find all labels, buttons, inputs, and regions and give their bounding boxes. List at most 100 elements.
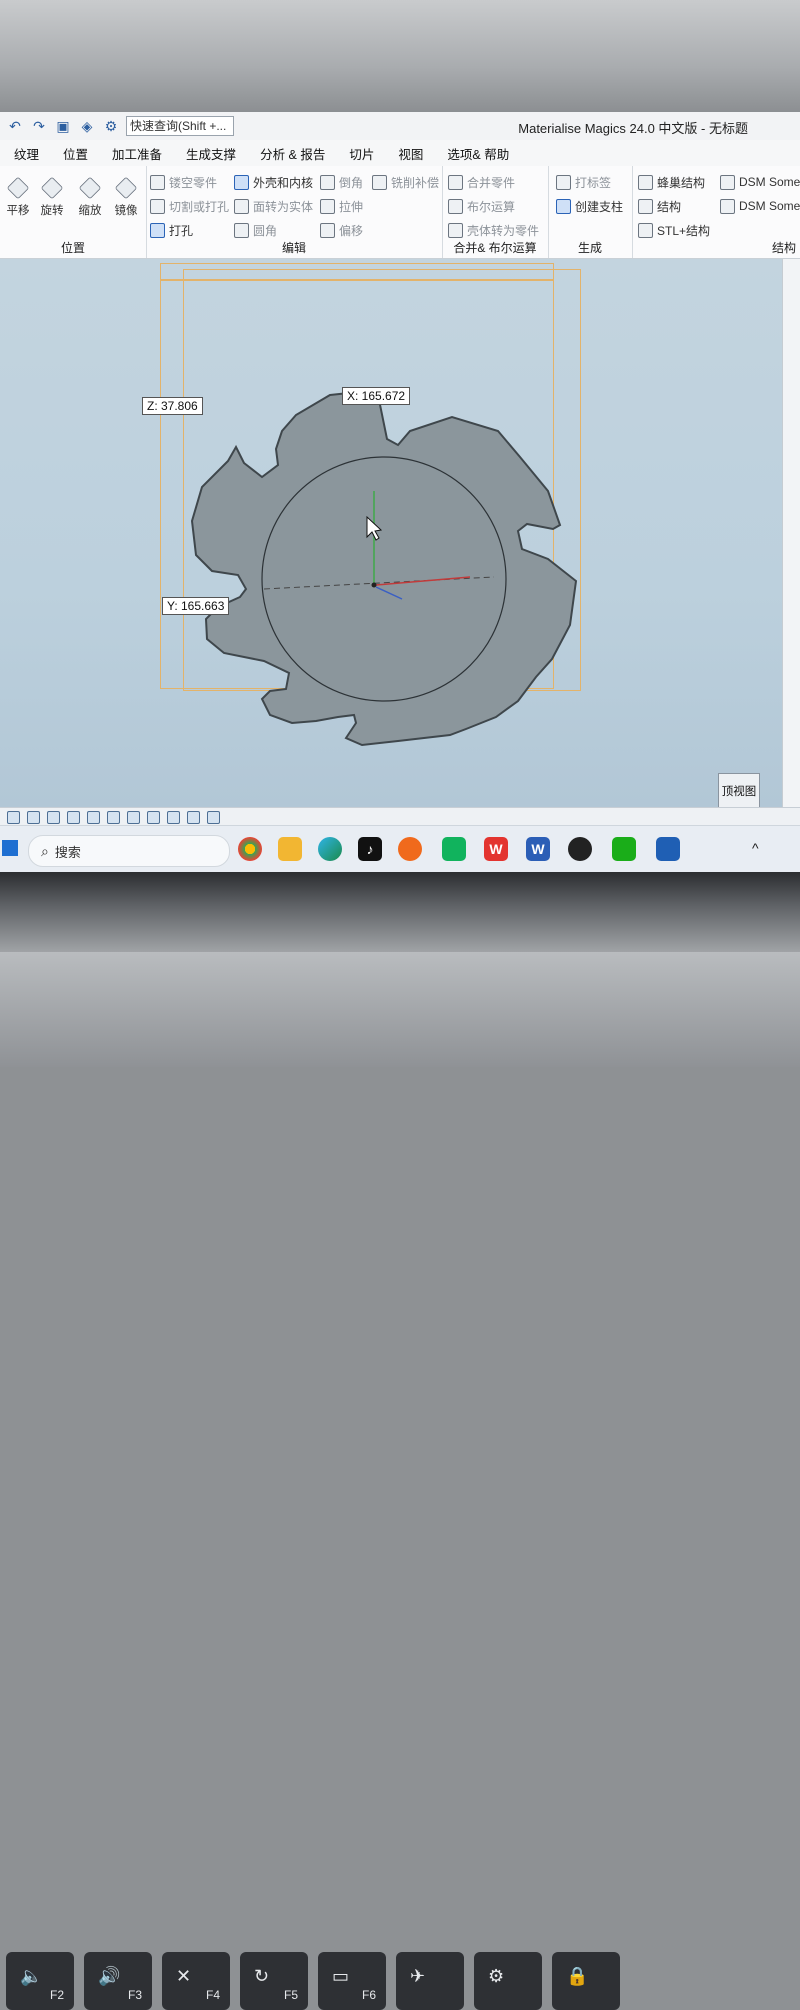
parts-icon[interactable]: [27, 810, 40, 824]
wechat-icon[interactable]: [612, 837, 636, 861]
scale-button[interactable]: 缩放: [76, 176, 104, 218]
dimension-y-label: Y: 165.663: [162, 597, 230, 615]
face-to-solid-button[interactable]: 面转为实体: [234, 196, 313, 216]
volume-up-icon: 🔊: [98, 1966, 121, 1986]
menu-position[interactable]: 位置: [53, 144, 98, 163]
cutter-disk-part: [190, 388, 578, 747]
wps-icon[interactable]: W: [484, 837, 508, 861]
menu-options-help[interactable]: 选项& 帮助: [437, 144, 519, 163]
mirror-button[interactable]: 镜像: [112, 176, 140, 218]
menu-analysis-report[interactable]: 分析 & 报告: [250, 144, 335, 163]
rotate-button[interactable]: 旋转: [38, 176, 66, 218]
render-mode-icon[interactable]: [87, 810, 100, 824]
chrome-icon[interactable]: [238, 837, 262, 861]
menu-generate-support[interactable]: 生成支撑: [176, 144, 246, 163]
select-part-icon[interactable]: ▣: [54, 118, 72, 134]
triangle-mode-3-icon[interactable]: [167, 810, 180, 824]
part-render: [190, 388, 578, 747]
fillet-button[interactable]: 圆角: [234, 220, 277, 240]
title-bar: ↶ ↷ ▣ ◈ ⚙ 快速查询(Shift +... Materialise Ma…: [0, 112, 800, 140]
group-label-structure: 结构: [771, 241, 796, 255]
chevron-up-icon[interactable]: ^: [752, 840, 759, 856]
view-toolbar: [0, 807, 800, 826]
edge-icon[interactable]: [318, 837, 342, 861]
undo-icon[interactable]: ↶: [6, 118, 24, 134]
screen: ↶ ↷ ▣ ◈ ⚙ 快速查询(Shift +... Materialise Ma…: [0, 112, 800, 872]
key-lock: 🔒: [552, 1952, 620, 2010]
ribbon-group-position: 平移 旋转 缩放 镜像 位置: [0, 166, 147, 258]
refresh-icon: ↻: [254, 1966, 270, 1986]
merge-parts-button[interactable]: 合并零件: [448, 172, 515, 192]
laptop-bezel-bottom: [0, 872, 800, 952]
search-app-icon[interactable]: [398, 837, 422, 861]
search-icon: ⌕: [41, 842, 49, 859]
group-label-boolean: 合并& 布尔运算: [453, 241, 537, 255]
keyboard-icon[interactable]: [7, 810, 20, 824]
stl-structure-button[interactable]: STL+结构: [638, 220, 710, 240]
part-icon[interactable]: ◈: [78, 118, 96, 134]
key-f4: ✕ F4: [162, 1952, 230, 2010]
key-f3: 🔊 F3: [84, 1952, 152, 2010]
taskbar-search[interactable]: ⌕ 搜索: [28, 835, 230, 867]
ribbon-group-boolean: 合并零件 布尔运算 壳体转为零件 合并& 布尔运算: [442, 166, 549, 258]
hollow-part-button[interactable]: 镂空零件: [150, 172, 217, 192]
shell-to-part-button[interactable]: 壳体转为零件: [448, 220, 539, 240]
qq-icon[interactable]: [568, 837, 592, 861]
mic-mute-icon: ✕: [176, 1966, 192, 1986]
shell-core-button[interactable]: 外壳和内核: [234, 172, 313, 192]
key-f6: ▭ F6: [318, 1952, 386, 2010]
gear-icon[interactable]: ⚙: [102, 118, 120, 134]
honeycomb-button[interactable]: 蜂巢结构: [638, 172, 705, 192]
shirt-icon[interactable]: [47, 810, 60, 824]
magics-icon[interactable]: [656, 837, 680, 861]
group-label-position: 位置: [60, 241, 85, 255]
gear-key-icon: ⚙: [488, 1966, 505, 1986]
right-side-panel[interactable]: [782, 259, 800, 807]
label-button[interactable]: 打标签: [556, 172, 611, 192]
dimension-z-label: Z: 37.806: [142, 397, 203, 415]
group-label-generate: 生成: [577, 241, 602, 255]
chamfer-button[interactable]: 倒角: [320, 172, 363, 192]
create-strut-button[interactable]: 创建支柱: [556, 196, 623, 216]
triangle-mode-icon[interactable]: [127, 810, 140, 824]
boolean-button[interactable]: 布尔运算: [448, 196, 515, 216]
menu-build-prep[interactable]: 加工准备: [102, 144, 172, 163]
grid-icon[interactable]: [67, 810, 80, 824]
origin-point: [371, 582, 377, 588]
dsm-some-button-1[interactable]: DSM Some: [720, 172, 800, 192]
3d-viewport[interactable]: Z: 37.806 X: 165.672 Y: 165.663 顶视图 Z: [0, 259, 800, 825]
triangle-mode-4-icon[interactable]: [187, 810, 200, 824]
dsm-some-button-2[interactable]: DSM Some: [720, 196, 800, 216]
milling-compensation-button[interactable]: 铣削补偿: [372, 172, 439, 192]
tiktok-icon[interactable]: ♪: [358, 837, 382, 861]
quick-search-input[interactable]: 快速查询(Shift +...: [126, 116, 234, 136]
triangle-mode-5-icon[interactable]: [207, 810, 220, 824]
menu-view[interactable]: 视图: [388, 144, 433, 163]
window-title: Materialise Magics 24.0 中文版 - 无标题: [518, 121, 748, 136]
structure-button[interactable]: 结构: [638, 196, 681, 216]
ribbon-group-generate: 打标签 创建支柱 生成: [548, 166, 633, 258]
windows-start-icon[interactable]: [2, 840, 18, 856]
wechat-work-icon[interactable]: [442, 837, 466, 861]
menu-texture[interactable]: 纹理: [4, 144, 49, 163]
offset-button[interactable]: 偏移: [320, 220, 363, 240]
drill-hole-button[interactable]: 打孔: [150, 220, 193, 240]
shade-icon[interactable]: [107, 810, 120, 824]
ribbon-group-edit: 镂空零件 外壳和内核 倒角 铣削补偿 切割或打孔 面转为实体 拉伸 打孔 圆角 …: [146, 166, 443, 258]
view-cube-top[interactable]: 顶视图: [718, 773, 760, 811]
volume-down-icon: 🔈: [20, 1966, 43, 1986]
file-explorer-icon[interactable]: [278, 837, 302, 861]
menu-slice[interactable]: 切片: [339, 144, 384, 163]
redo-icon[interactable]: ↷: [30, 118, 48, 134]
translate-button[interactable]: 平移: [4, 176, 32, 218]
ribbon-group-structure: 蜂巢结构 结构 STL+结构 DSM Some DSM Some 结构: [632, 166, 800, 258]
laptop-bezel-top: [0, 0, 800, 112]
group-label-edit: 编辑: [281, 241, 306, 255]
triangle-mode-2-icon[interactable]: [147, 810, 160, 824]
key-f5: ↻ F5: [240, 1952, 308, 2010]
word-icon[interactable]: W: [526, 837, 550, 861]
cut-punch-button[interactable]: 切割或打孔: [150, 196, 229, 216]
menu-bar: 纹理 位置 加工准备 生成支撑 分析 & 报告 切片 视图 选项& 帮助: [0, 140, 800, 166]
extrude-button[interactable]: 拉伸: [320, 196, 363, 216]
key-settings: ⚙: [474, 1952, 542, 2010]
